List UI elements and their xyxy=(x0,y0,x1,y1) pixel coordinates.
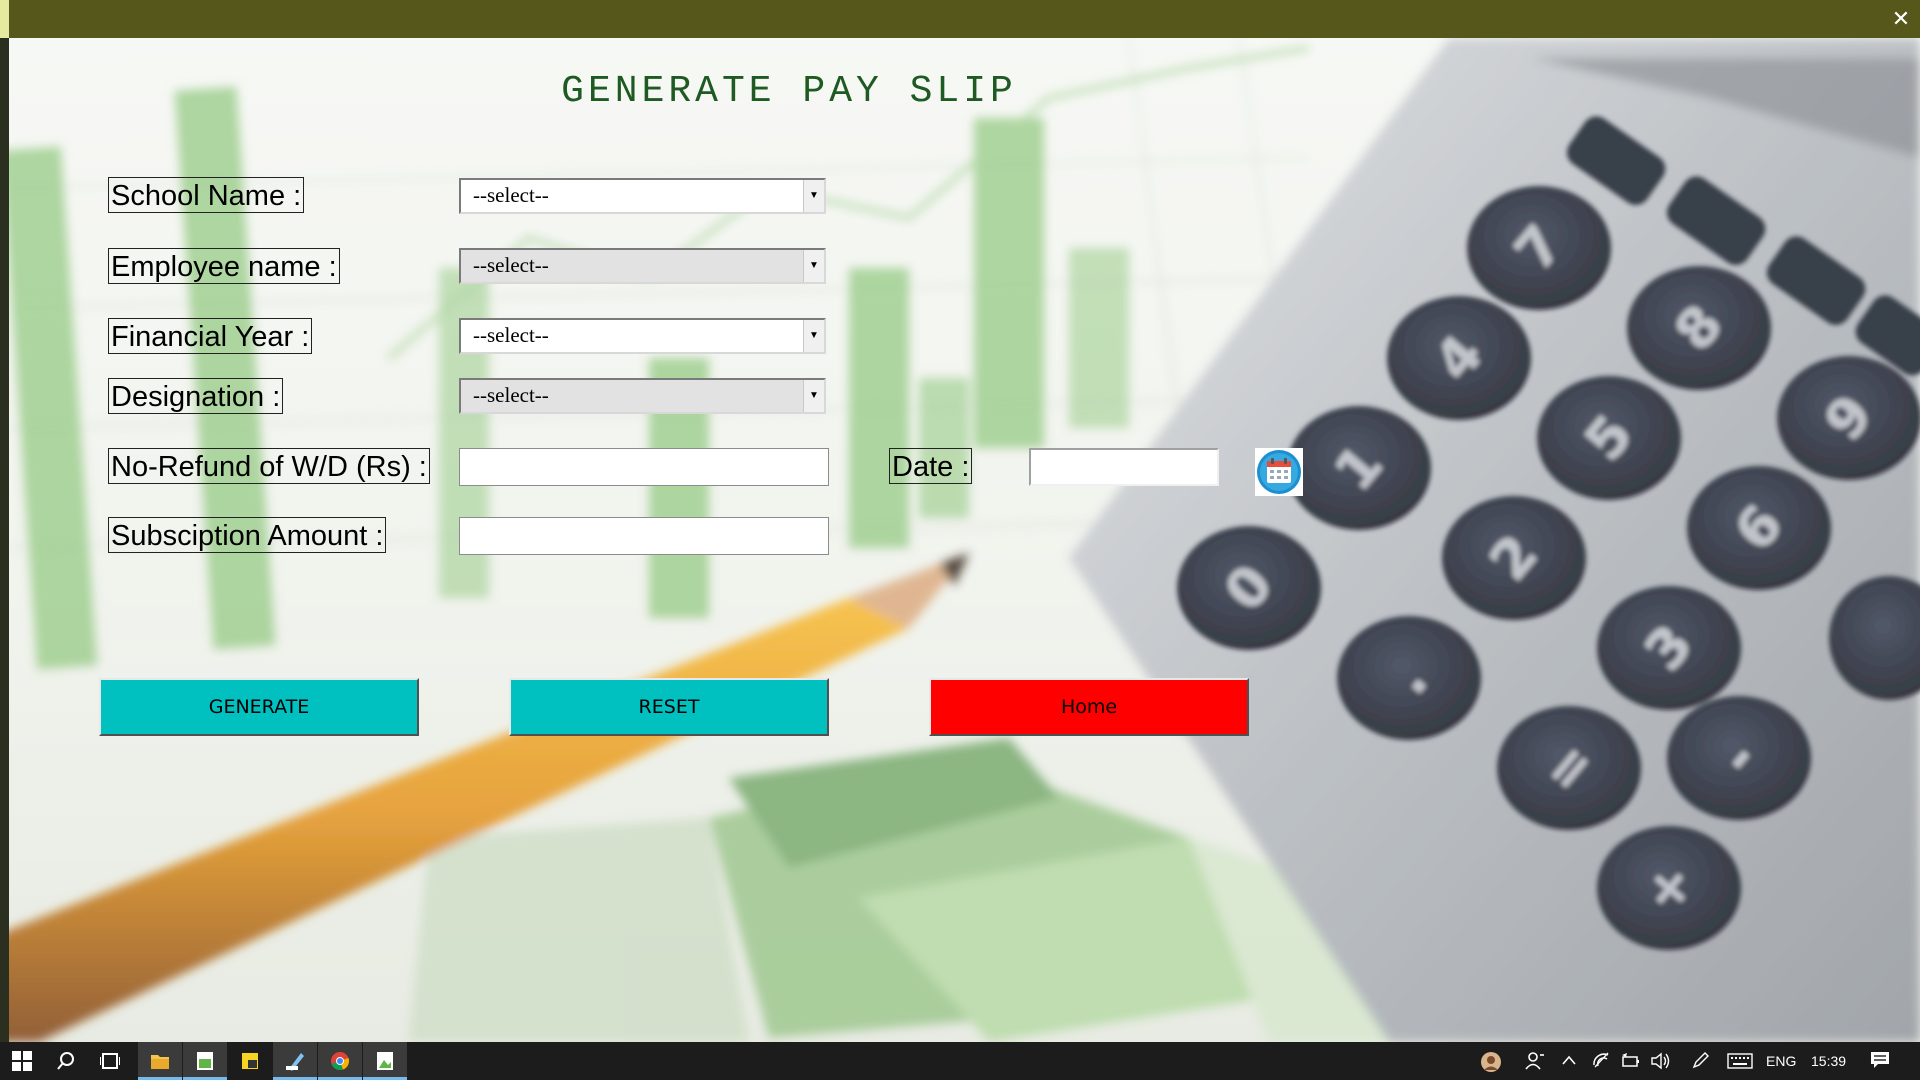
task-view-button[interactable] xyxy=(88,1042,132,1080)
employee-name-select[interactable]: --select-- ▼ xyxy=(459,248,826,284)
app-button-1[interactable] xyxy=(183,1042,227,1080)
close-icon[interactable]: ✕ xyxy=(1888,6,1914,32)
no-refund-label: No-Refund of W/D (Rs) : xyxy=(108,448,430,484)
designation-select[interactable]: --select-- ▼ xyxy=(459,378,826,414)
title-bar-edge xyxy=(0,0,9,38)
generate-button[interactable]: GENERATE xyxy=(99,678,419,736)
image-app-icon xyxy=(377,1052,393,1070)
reset-button[interactable]: RESET xyxy=(509,678,829,736)
start-button[interactable] xyxy=(0,1042,44,1080)
chrome-icon xyxy=(331,1052,350,1071)
notification-icon xyxy=(1871,1052,1889,1068)
show-hidden-icons-button[interactable] xyxy=(1552,1042,1586,1080)
chevron-down-icon[interactable]: ▼ xyxy=(803,320,824,352)
battery-icon xyxy=(1622,1053,1639,1067)
app-button-4[interactable] xyxy=(363,1042,407,1080)
avatar-icon xyxy=(1481,1052,1501,1072)
financial-year-select-value: --select-- xyxy=(473,323,549,347)
sticky-notes-icon xyxy=(242,1053,258,1069)
action-center-button[interactable] xyxy=(1858,1042,1902,1080)
subscription-amount-label: Subsciption Amount : xyxy=(108,517,387,553)
image-app-icon xyxy=(197,1052,213,1070)
designation-select-value: --select-- xyxy=(473,383,549,407)
search-icon xyxy=(57,1052,74,1070)
subscription-amount-input[interactable] xyxy=(459,517,829,555)
pen-icon xyxy=(1692,1052,1709,1069)
calendar-icon xyxy=(1257,450,1301,494)
notepad-icon xyxy=(286,1053,304,1071)
file-explorer-button[interactable] xyxy=(138,1042,182,1080)
folder-icon xyxy=(151,1055,169,1069)
home-button[interactable]: Home xyxy=(929,678,1249,736)
network-button[interactable] xyxy=(1586,1042,1616,1080)
financial-year-select[interactable]: --select-- ▼ xyxy=(459,318,826,354)
keyboard-icon xyxy=(1727,1053,1753,1069)
windows-icon xyxy=(12,1051,32,1071)
avatar[interactable] xyxy=(1468,1042,1512,1080)
volume-button[interactable] xyxy=(1646,1042,1676,1080)
financial-year-label: Financial Year : xyxy=(108,318,313,354)
task-view-icon xyxy=(100,1053,120,1069)
date-label: Date : xyxy=(889,448,973,484)
people-icon xyxy=(1525,1052,1544,1070)
chevron-down-icon[interactable]: ▼ xyxy=(803,380,824,412)
people-button[interactable] xyxy=(1513,1042,1557,1080)
chevron-up-icon xyxy=(1562,1055,1576,1065)
clock[interactable]: 15:39 xyxy=(1811,1042,1846,1080)
chevron-down-icon[interactable]: ▼ xyxy=(803,180,824,212)
no-refund-input[interactable] xyxy=(459,448,829,486)
chevron-down-icon[interactable]: ▼ xyxy=(803,250,824,282)
language-indicator[interactable]: ENG xyxy=(1766,1042,1796,1080)
touch-keyboard-button[interactable] xyxy=(1722,1042,1758,1080)
battery-button[interactable] xyxy=(1616,1042,1646,1080)
taskbar: ENG 15:39 xyxy=(0,1042,1920,1080)
app-button-2[interactable] xyxy=(228,1042,272,1080)
window-left-border xyxy=(0,38,9,1042)
calendar-button[interactable] xyxy=(1255,448,1303,496)
designation-label: Designation : xyxy=(108,378,284,414)
date-input[interactable] xyxy=(1029,448,1219,486)
volume-icon xyxy=(1651,1052,1670,1070)
chrome-button[interactable] xyxy=(318,1042,362,1080)
window-title-bar: ✕ xyxy=(0,0,1920,38)
app-button-3[interactable] xyxy=(273,1042,317,1080)
search-button[interactable] xyxy=(44,1042,88,1080)
pen-button[interactable] xyxy=(1686,1042,1716,1080)
employee-name-label: Employee name : xyxy=(108,248,340,284)
school-name-label: School Name : xyxy=(108,177,305,213)
form-window: 7 8 9 4 5 6 1 2 3 0 . = - + GENERATE PAY… xyxy=(9,38,1920,1042)
school-name-select[interactable]: --select-- ▼ xyxy=(459,178,826,214)
page-title: GENERATE PAY SLIP xyxy=(561,70,1017,113)
wifi-icon xyxy=(1593,1052,1609,1068)
employee-name-select-value: --select-- xyxy=(473,253,549,277)
school-name-select-value: --select-- xyxy=(473,183,549,207)
